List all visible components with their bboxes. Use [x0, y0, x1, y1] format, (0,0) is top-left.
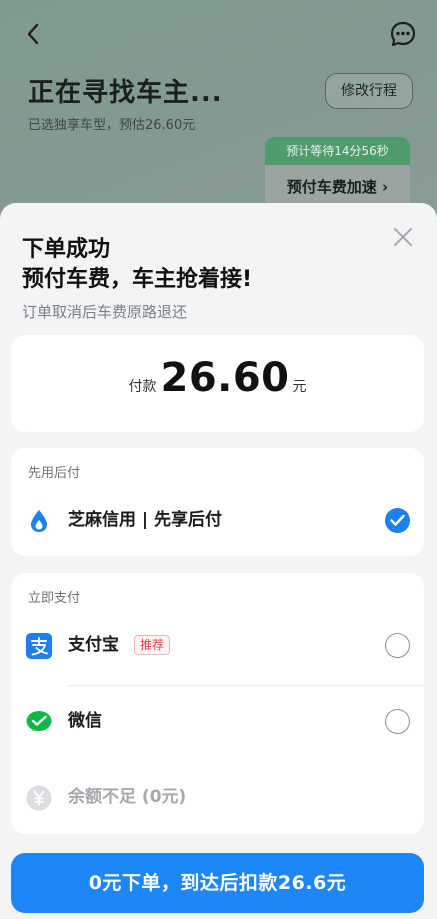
estimate-subtitle: 已选独享车型，预估26.60元 — [28, 118, 196, 133]
radio-unchecked[interactable] — [385, 633, 410, 658]
message-button[interactable] — [389, 20, 417, 48]
amount-row: 付款 26.60 元 — [11, 335, 424, 432]
back-button[interactable] — [20, 20, 48, 48]
wechat-icon — [26, 711, 52, 731]
payment-option-label: 芝麻信用 | 先享后付 — [68, 510, 223, 530]
radio-checked[interactable] — [385, 508, 410, 533]
balance-yuan-icon — [26, 785, 52, 811]
amount-card: 付款 26.60 元 — [11, 335, 424, 432]
section-title-pay-later: 先用后付 — [28, 466, 81, 481]
chat-bubble-icon — [390, 21, 416, 47]
recommend-badge: 推荐 — [134, 635, 171, 655]
wait-time-tag: 预计等待14分56秒 — [265, 137, 410, 165]
payment-option-balance: 余额不足 (0元) — [11, 765, 424, 829]
submit-order-button[interactable]: 0元下单，到达后扣款26.6元 — [11, 853, 424, 913]
section-title-pay-now: 立即支付 — [28, 591, 81, 606]
sesame-credit-icon — [31, 510, 47, 532]
close-button[interactable] — [391, 225, 415, 249]
pay-now-card: 立即支付 支付宝 推荐 微信 余额不足 (0元) — [11, 573, 424, 834]
alipay-icon — [26, 633, 52, 659]
radio-unchecked[interactable] — [385, 709, 410, 734]
checkmark-icon — [390, 514, 405, 526]
edit-trip-button[interactable]: 修改行程 — [325, 73, 413, 109]
row-divider — [68, 685, 424, 686]
payment-option-label: 微信 — [68, 711, 102, 731]
sheet-headline: 预付车费，车主抢着接! — [22, 267, 253, 292]
payment-option-sesame[interactable]: 芝麻信用 | 先享后付 — [11, 488, 424, 552]
payment-option-label: 支付宝 — [68, 635, 119, 655]
payment-option-wechat[interactable]: 微信 — [11, 689, 424, 753]
page-title: 正在寻找车主... — [28, 78, 223, 108]
amount-value: 26.60 — [160, 355, 290, 401]
close-icon — [394, 228, 412, 246]
refund-note: 订单取消后车费原路退还 — [22, 303, 188, 321]
sheet-title: 下单成功 — [22, 237, 111, 262]
pay-later-card: 先用后付 芝麻信用 | 先享后付 — [11, 448, 424, 556]
amount-unit: 元 — [292, 379, 307, 395]
payment-option-label: 余额不足 (0元) — [68, 787, 187, 807]
amount-prefix: 付款 — [128, 379, 157, 395]
chevron-left-icon — [27, 23, 39, 45]
payment-option-alipay[interactable]: 支付宝 推荐 — [11, 613, 424, 677]
payment-sheet: 下单成功 预付车费，车主抢着接! 订单取消后车费原路退还 付款 26.60 元 … — [0, 203, 437, 919]
